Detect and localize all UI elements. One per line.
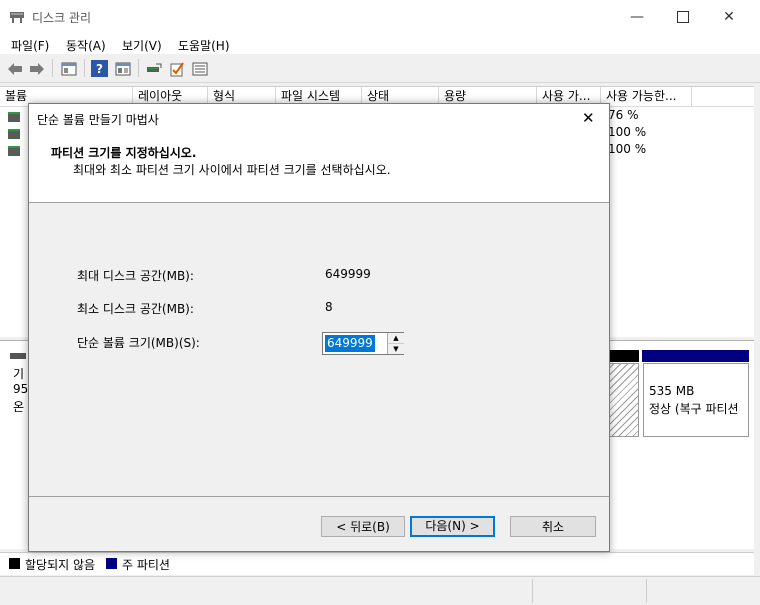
spin-down-icon[interactable]: ▼ [387, 344, 404, 354]
menu-view[interactable]: 보기(V) [122, 37, 162, 54]
toolbar-separator [84, 59, 85, 77]
status-bar [0, 576, 760, 605]
wizard-subheading: 최대와 최소 파티션 크기 사이에서 파티션 크기를 선택하십시오. [73, 163, 391, 177]
row-percent-free: 100 % [608, 142, 647, 156]
title-bar: 디스크 관리 — ✕ [0, 0, 760, 34]
unallocated-swatch [9, 558, 20, 569]
disk-label-line: 온 [13, 400, 25, 414]
status-divider [532, 579, 533, 603]
status-divider [646, 579, 647, 603]
menu-help[interactable]: 도움말(H) [178, 37, 230, 54]
help-icon[interactable]: ? [91, 60, 108, 77]
column-percent-free[interactable]: 사용 가능한... [601, 87, 692, 106]
back-button[interactable]: < 뒤로(B) [321, 516, 405, 537]
wizard-heading: 파티션 크기를 지정하십시오. [51, 146, 197, 160]
properties-icon[interactable] [114, 60, 131, 77]
min-space-label: 최소 디스크 공간(MB): [77, 302, 194, 316]
recovery-size: 535 MB [649, 384, 695, 398]
wizard-header: 파티션 크기를 지정하십시오. 최대와 최소 파티션 크기 사이에서 파티션 크… [29, 134, 609, 203]
recovery-partition[interactable]: 535 MB 정상 (복구 파티션 [643, 363, 749, 437]
spin-up-icon[interactable]: ▲ [387, 333, 404, 344]
disk-label-line: 기 [13, 367, 25, 381]
menu-file[interactable]: 파일(F) [11, 37, 49, 54]
unallocated-bar [606, 350, 639, 362]
legend-primary: 주 파티션 [122, 558, 170, 572]
min-space-value: 8 [325, 300, 333, 314]
maximize-icon [677, 11, 689, 23]
minimize-icon: — [630, 9, 644, 25]
check-icon[interactable] [168, 60, 185, 77]
legend-bar: 할당되지 않음 주 파티션 [0, 552, 754, 575]
recovery-status: 정상 (복구 파티션 [649, 402, 739, 416]
volume-size-input[interactable]: 649999 [325, 335, 375, 352]
volume-icon [8, 146, 20, 156]
toolbar-separator [52, 59, 53, 77]
max-space-label: 최대 디스크 공간(MB): [77, 269, 194, 283]
maximize-button[interactable] [660, 0, 706, 34]
toolbar-separator [138, 59, 139, 77]
row-percent-free: 76 % [608, 108, 639, 122]
back-arrow-icon[interactable] [6, 60, 23, 77]
menu-bar: 파일(F) 동작(A) 보기(V) 도움말(H) [0, 34, 760, 54]
disk-label-line: 95 [13, 382, 29, 396]
forward-arrow-icon[interactable] [28, 60, 45, 77]
primary-swatch [106, 558, 117, 569]
volume-size-label: 단순 볼륨 크기(MB)(S): [77, 336, 200, 350]
volume-icon [8, 112, 20, 122]
max-space-value: 649999 [325, 267, 371, 281]
connect-disk-icon[interactable] [145, 60, 162, 77]
legend-unallocated: 할당되지 않음 [25, 558, 96, 572]
cancel-button[interactable]: 취소 [510, 516, 596, 537]
next-button[interactable]: 다음(N) > [410, 516, 495, 537]
close-button[interactable]: ✕ [706, 0, 752, 34]
new-simple-volume-wizard: 단순 볼륨 만들기 마법사 ✕ 파티션 크기를 지정하십시오. 최대와 최소 파… [28, 103, 610, 552]
disk-icon [10, 353, 26, 359]
wizard-title-bar: 단순 볼륨 만들기 마법사 ✕ [29, 104, 609, 134]
list-view-icon[interactable] [191, 60, 208, 77]
menu-action[interactable]: 동작(A) [66, 37, 106, 54]
volume-size-stepper: 649999 ▲ ▼ [322, 332, 404, 355]
wizard-title: 단순 볼륨 만들기 마법사 [37, 113, 159, 127]
close-icon: ✕ [723, 9, 735, 25]
wizard-divider [29, 496, 609, 497]
volume-icon [8, 129, 20, 139]
disk-management-icon [9, 10, 25, 24]
wizard-close-icon[interactable]: ✕ [582, 109, 595, 127]
unallocated-partition[interactable] [606, 363, 639, 437]
window-title: 디스크 관리 [32, 11, 92, 25]
console-tree-icon[interactable] [60, 60, 77, 77]
toolbar: ? [0, 55, 760, 83]
row-percent-free: 100 % [608, 125, 647, 139]
primary-partition-bar [642, 350, 749, 362]
minimize-button[interactable]: — [614, 0, 660, 34]
